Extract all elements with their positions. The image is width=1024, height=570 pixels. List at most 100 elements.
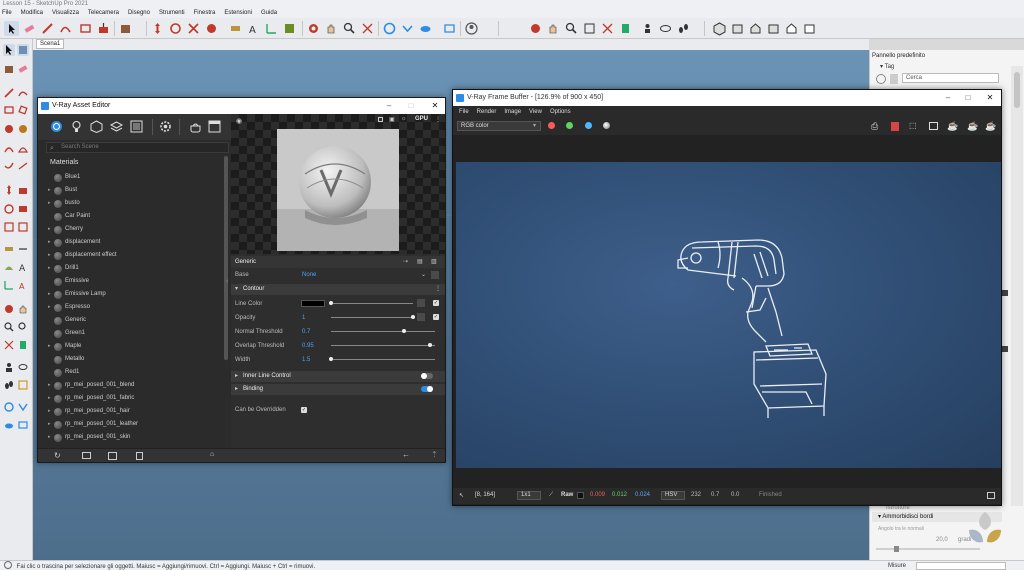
zoom-tool-icon[interactable] — [342, 21, 357, 36]
expand-arrow-icon[interactable]: ▸ — [48, 288, 51, 301]
inner-line-control-section[interactable]: ▸ Inner Line Control — [231, 371, 445, 382]
blue-channel-icon[interactable] — [585, 122, 592, 129]
collapse-list-icon[interactable]: ‹ — [226, 278, 228, 285]
axes-icon[interactable] — [3, 279, 15, 291]
purge-icon[interactable]: ⌂ — [210, 451, 214, 458]
user-menu-icon[interactable] — [464, 21, 479, 36]
add-tag-icon[interactable] — [876, 74, 886, 84]
walk-left-icon[interactable] — [3, 379, 15, 391]
orbit-icon[interactable] — [3, 303, 15, 315]
select-tool-icon[interactable] — [4, 21, 19, 36]
paint-icon[interactable] — [3, 63, 15, 75]
asset-search-input[interactable]: ⌕ Search Scene — [46, 142, 229, 153]
channel-dropdown[interactable]: RGB color ▾ — [457, 121, 541, 131]
expand-arrow-icon[interactable]: ▸ — [48, 223, 51, 236]
material-item[interactable]: Blue1 — [48, 171, 218, 184]
material-item[interactable]: ▸ rp_mei_posed_001_fabric — [48, 392, 218, 405]
vfb-menu-options[interactable]: Options — [550, 106, 571, 118]
binding-section[interactable]: ▸ Binding — [231, 384, 445, 395]
normal-threshold-slider[interactable] — [331, 331, 435, 332]
menu-strumenti[interactable]: Strumenti — [159, 9, 185, 18]
expand-arrow-icon[interactable]: ▸ — [48, 340, 51, 353]
vray-icon-b[interactable] — [17, 401, 29, 413]
polygon-icon[interactable] — [17, 123, 29, 135]
expand-arrow-icon[interactable]: ▸ — [48, 301, 51, 314]
circle-icon[interactable] — [3, 123, 15, 135]
pan-icon[interactable] — [17, 303, 29, 315]
delete-icon[interactable] — [136, 452, 143, 460]
eraser-tool-icon[interactable] — [22, 21, 37, 36]
right-view-icon[interactable] — [766, 21, 781, 36]
expand-arrow-icon[interactable]: ▸ — [48, 418, 51, 431]
tray-scroll-thumb[interactable] — [1014, 72, 1020, 108]
expand-arrow-icon[interactable]: ▸ — [48, 184, 51, 197]
opacity-checkbox[interactable]: ✓ — [433, 314, 439, 320]
line-color-swatch[interactable] — [301, 300, 325, 307]
back-arrow-icon[interactable]: ← — [402, 450, 410, 459]
material-item[interactable]: ▸ Cherry — [48, 223, 218, 236]
material-item[interactable]: ▸ Bust — [48, 184, 218, 197]
material-item[interactable]: Green1 — [48, 327, 218, 340]
header-arrow-icon[interactable]: ⇢ — [403, 256, 408, 268]
axes-tool-icon[interactable] — [264, 21, 279, 36]
arc-tool-icon[interactable] — [58, 21, 73, 36]
vfb-minimize-icon[interactable]: – — [943, 90, 953, 106]
iso-view-icon[interactable] — [712, 21, 727, 36]
asset-editor-titlebar[interactable]: V-Ray Asset Editor – □ ✕ — [38, 98, 445, 114]
preview-light-icon[interactable]: ☼ — [401, 116, 407, 122]
expand-arrow-icon[interactable]: ▸ — [48, 236, 51, 249]
width-slider-knob[interactable] — [329, 357, 333, 361]
lights-category-icon[interactable] — [70, 120, 83, 133]
freehand-icon[interactable] — [17, 87, 29, 99]
overlap-threshold-slider[interactable] — [331, 345, 435, 346]
header-layer-icon[interactable]: ▤ — [417, 256, 423, 268]
binding-toggle[interactable] — [421, 386, 433, 392]
zoom-icon[interactable] — [3, 321, 15, 333]
measure-input[interactable] — [916, 562, 1006, 570]
color-mode-dropdown[interactable]: HSV — [661, 491, 685, 500]
material-item[interactable]: Emissive — [48, 275, 218, 288]
vray-interactive-icon[interactable] — [400, 21, 415, 36]
material-item[interactable]: ▸ Espresso — [48, 301, 218, 314]
contour-section[interactable]: ▾ Contour ⋮ — [231, 284, 445, 295]
frame-buffer-icon[interactable] — [208, 120, 221, 133]
width-value[interactable]: 1.5 — [302, 357, 310, 363]
expand-arrow-icon[interactable]: ▸ — [48, 197, 51, 210]
base-dropdown-chevron-icon[interactable]: ⌄ — [421, 271, 426, 278]
textures-category-icon[interactable] — [109, 120, 124, 133]
preview-eye-icon[interactable]: ◉ — [236, 117, 242, 125]
expand-arrow-icon[interactable]: ▸ — [48, 249, 51, 262]
expand-arrow-icon[interactable]: ▸ — [48, 405, 51, 418]
material-item[interactable]: ▸ Drill1 — [48, 262, 218, 275]
move-tool-icon[interactable] — [150, 21, 165, 36]
expand-arrow-icon[interactable]: ▸ — [48, 392, 51, 405]
dimension-icon[interactable] — [17, 243, 29, 255]
3dtext-icon[interactable]: A — [17, 279, 29, 291]
material-item[interactable]: Car Paint — [48, 210, 218, 223]
rectangle-icon[interactable] — [3, 104, 15, 116]
material-item[interactable]: Red1 — [48, 366, 218, 379]
line-color-slider-knob[interactable] — [329, 301, 333, 305]
vfb-menu-file[interactable]: File — [459, 106, 469, 118]
zoom-dropdown[interactable]: 1x1 — [517, 491, 541, 500]
inner-line-toggle[interactable] — [421, 373, 433, 379]
zoomext-icon[interactable] — [3, 339, 15, 351]
rotated-rect-icon[interactable] — [17, 104, 29, 116]
move-icon[interactable] — [3, 184, 15, 196]
zoom-extents-icon[interactable] — [360, 21, 375, 36]
minimize-icon[interactable]: – — [384, 98, 394, 114]
pan-tool-icon[interactable] — [324, 21, 339, 36]
line-icon[interactable] — [3, 87, 15, 99]
paint-bucket-icon[interactable] — [118, 21, 133, 36]
orbit-tool-2-icon[interactable] — [528, 21, 543, 36]
protractor-icon[interactable] — [3, 261, 15, 273]
render-last-icon[interactable]: ☕ — [967, 121, 978, 132]
preview-more-icon[interactable]: ⋮ — [435, 116, 441, 123]
rotate-icon[interactable] — [3, 203, 15, 215]
vfb-maximize-icon[interactable]: □ — [963, 90, 973, 106]
vray-icon-d[interactable] — [17, 419, 29, 431]
vray-fb-icon[interactable] — [442, 21, 457, 36]
material-item[interactable]: ▸ rp_mei_posed_001_blend — [48, 379, 218, 392]
material-item[interactable]: ▸ busto — [48, 197, 218, 210]
render-teapot-icon[interactable] — [189, 120, 202, 133]
